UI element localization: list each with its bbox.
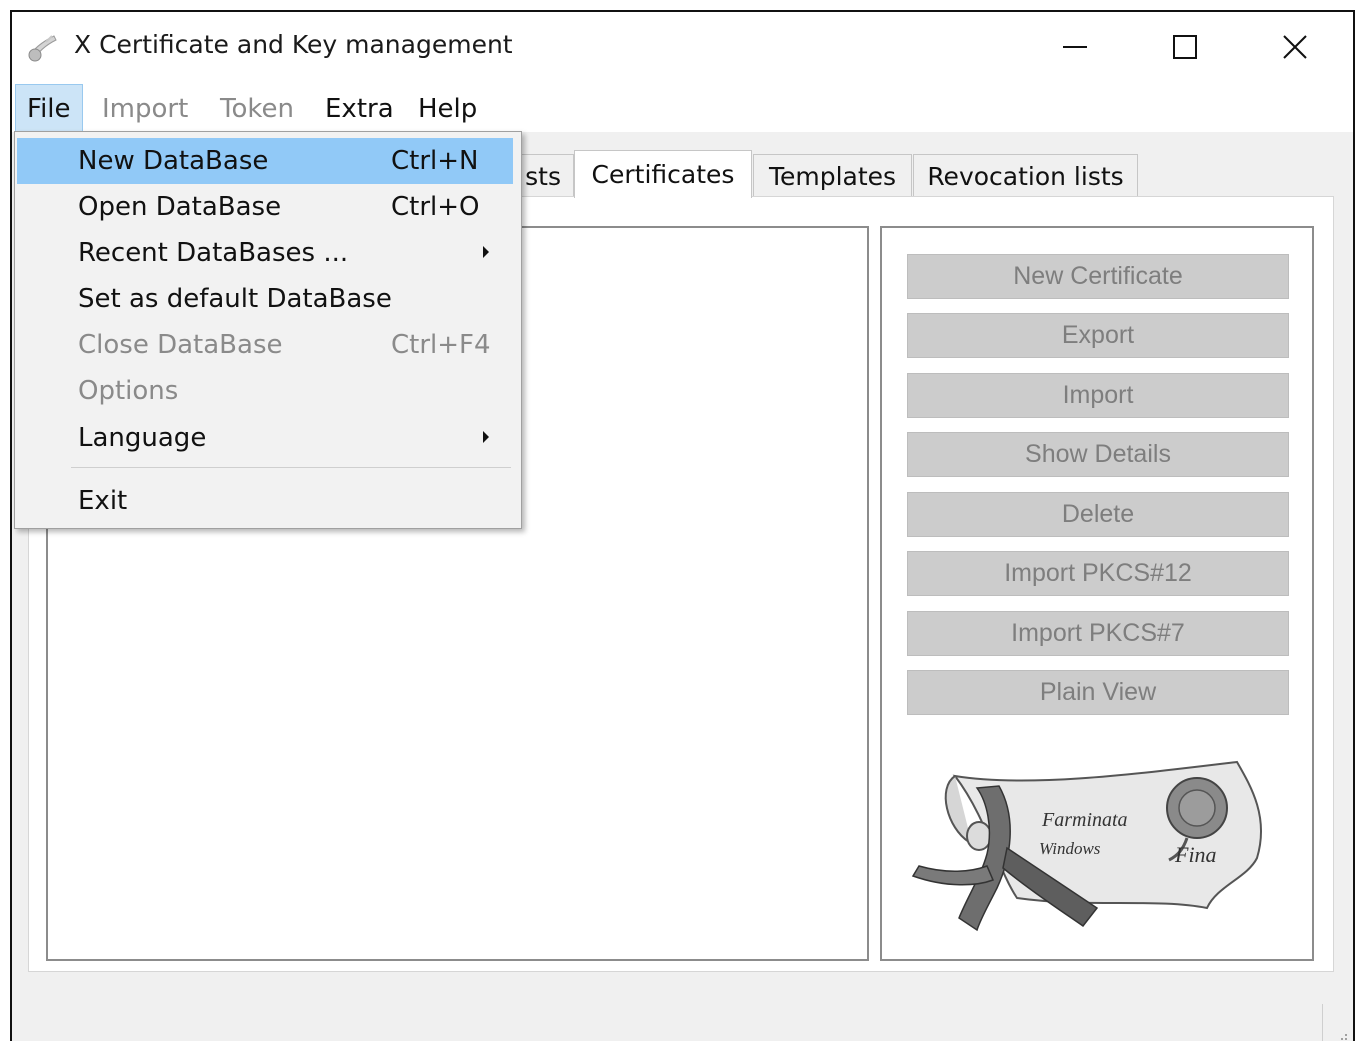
menu-item-open-database[interactable]: Open DataBase Ctrl+O — [17, 184, 513, 230]
illustration-text-1: Farminata — [1041, 809, 1128, 831]
menu-item-language[interactable]: Language — [17, 415, 513, 461]
minimize-icon — [1063, 46, 1087, 48]
menu-item-set-default-database[interactable]: Set as default DataBase — [17, 276, 513, 322]
menu-separator — [71, 467, 511, 468]
menu-item-exit[interactable]: Exit — [17, 478, 513, 524]
close-icon — [1283, 35, 1307, 59]
tab-certificates[interactable]: Certificates — [574, 150, 752, 198]
new-certificate-button[interactable]: New Certificate — [907, 254, 1289, 299]
window-title: X Certificate and Key management — [74, 30, 513, 59]
menu-item-label: Recent DataBases ... — [78, 238, 349, 268]
menu-item-shortcut: Ctrl+F4 — [391, 330, 491, 360]
menu-extra[interactable]: Extra — [313, 84, 406, 132]
maximize-button[interactable] — [1130, 12, 1240, 84]
menu-help[interactable]: Help — [406, 84, 489, 132]
menu-item-new-database[interactable]: New DataBase Ctrl+N — [17, 138, 513, 184]
file-menu-dropdown: New DataBase Ctrl+N Open DataBase Ctrl+O… — [14, 131, 522, 529]
scroll-with-seal-image: Farminata Windows Fina — [911, 760, 1262, 932]
illustration-text-2: Windows — [1039, 839, 1101, 858]
menu-item-shortcut: Ctrl+O — [391, 192, 480, 222]
illustration-text-3: Fina — [1174, 842, 1217, 867]
plain-view-button[interactable]: Plain View — [907, 670, 1289, 715]
certificate-ribbon-icon — [28, 35, 57, 62]
menu-item-options[interactable]: Options — [17, 368, 513, 414]
import-pkcs12-button[interactable]: Import PKCS#12 — [907, 551, 1289, 596]
menu-item-close-database[interactable]: Close DataBase Ctrl+F4 — [17, 322, 513, 368]
menu-bar: File Import Token Extra Help — [12, 84, 1353, 132]
minimize-button[interactable] — [1020, 12, 1130, 84]
status-separator — [1322, 1004, 1323, 1041]
menu-item-label: Exit — [78, 486, 128, 516]
status-bar — [12, 994, 1353, 1041]
menu-item-label: Options — [78, 376, 179, 406]
menu-item-label: Set as default DataBase — [78, 284, 392, 314]
menu-item-recent-databases[interactable]: Recent DataBases ... — [17, 230, 513, 276]
menu-item-label: Open DataBase — [78, 192, 282, 222]
submenu-arrow-icon — [483, 246, 489, 258]
delete-button[interactable]: Delete — [907, 492, 1289, 537]
submenu-arrow-icon — [483, 431, 489, 443]
close-button[interactable] — [1240, 12, 1350, 84]
export-button[interactable]: Export — [907, 313, 1289, 358]
menu-item-label: Language — [78, 423, 207, 453]
import-pkcs7-button[interactable]: Import PKCS#7 — [907, 611, 1289, 656]
menu-token[interactable]: Token — [208, 84, 306, 132]
menu-item-shortcut: Ctrl+N — [391, 146, 479, 176]
import-button[interactable]: Import — [907, 373, 1289, 418]
menu-file[interactable]: File — [15, 84, 83, 132]
show-details-button[interactable]: Show Details — [907, 432, 1289, 477]
menu-item-label: New DataBase — [78, 146, 269, 176]
title-bar[interactable]: X Certificate and Key management — [12, 12, 1353, 84]
size-grip-icon[interactable] — [1330, 1024, 1350, 1041]
button-panel: New Certificate Export Import Show Detai… — [880, 226, 1314, 961]
menu-import[interactable]: Import — [90, 84, 200, 132]
tab-revocation-lists[interactable]: Revocation lists — [913, 154, 1138, 196]
tab-templates[interactable]: Templates — [753, 154, 912, 196]
menu-item-label: Close DataBase — [78, 330, 283, 360]
maximize-icon — [1173, 35, 1197, 59]
